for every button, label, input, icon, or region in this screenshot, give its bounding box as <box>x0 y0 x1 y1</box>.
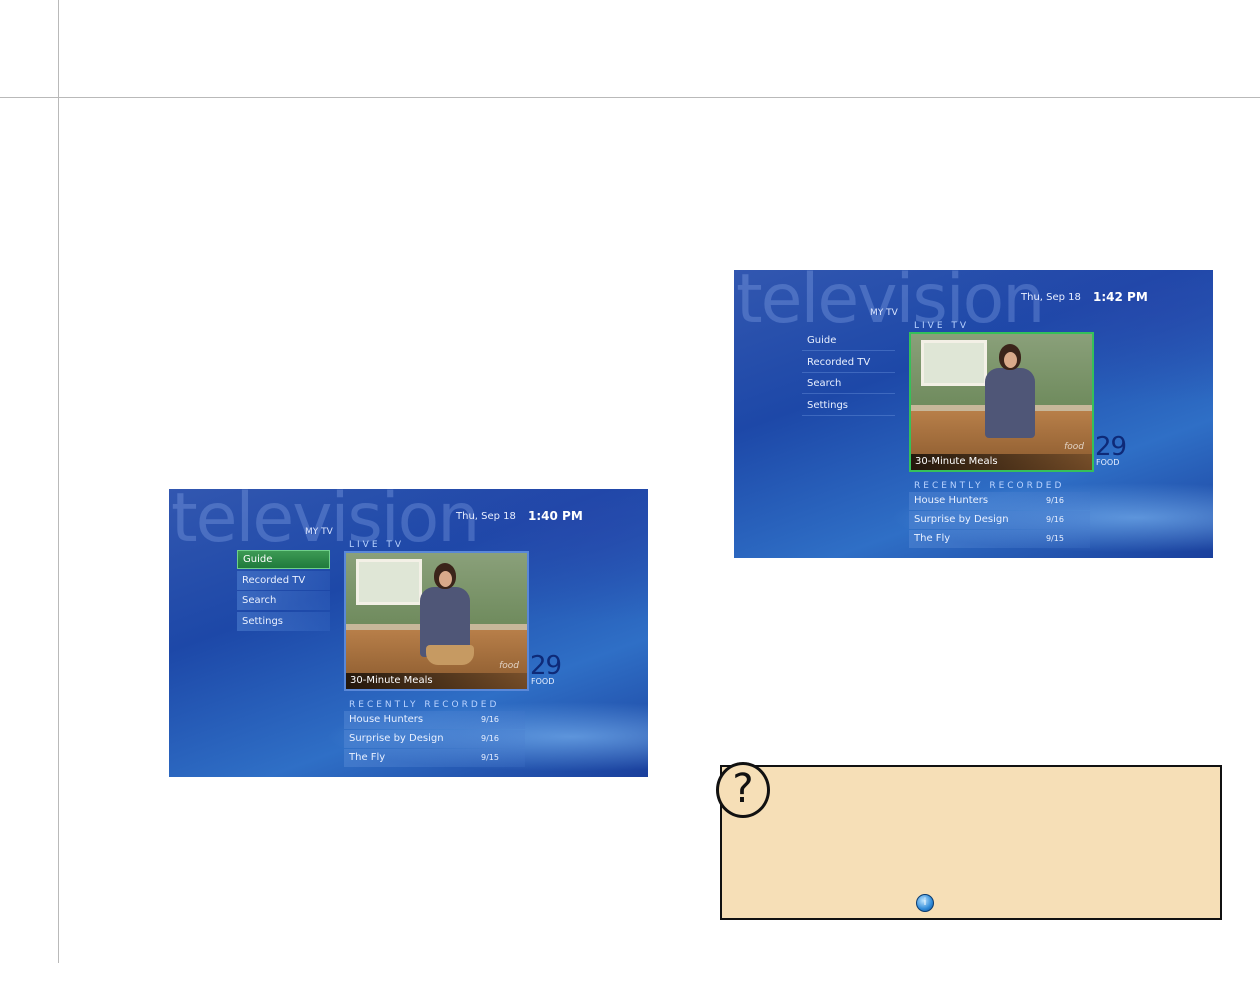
page-margin-line <box>58 0 59 963</box>
recording-title: Surprise by Design <box>914 514 1009 525</box>
section-title: MY TV <box>870 308 898 318</box>
tip-box <box>720 765 1222 920</box>
info-icon: i <box>916 894 934 912</box>
recording-title: House Hunters <box>914 495 989 506</box>
recently-recorded-list: House Hunters 9/16 Surprise by Design 9/… <box>909 492 1090 549</box>
date-label: Thu, Sep 18 <box>456 511 516 522</box>
watermark: television <box>171 489 480 558</box>
live-tv-preview[interactable]: food 30-Minute Meals <box>909 332 1094 472</box>
media-center-screen-2: television Thu, Sep 18 1:42 PM MY TV Gui… <box>734 270 1213 558</box>
main-menu: Guide Recorded TV Search Settings <box>802 331 895 417</box>
menu-item-recorded-tv[interactable]: Recorded TV <box>802 353 895 373</box>
live-tv-label: LIVE TV <box>914 321 970 331</box>
list-item[interactable]: House Hunters 9/16 <box>344 711 525 729</box>
menu-item-guide[interactable]: Guide <box>237 550 330 569</box>
recording-date: 9/16 <box>481 734 499 743</box>
menu-item-search[interactable]: Search <box>237 591 330 610</box>
channel-logo: food <box>1064 442 1084 452</box>
recording-date: 9/15 <box>1046 534 1064 543</box>
recording-title: Surprise by Design <box>349 733 444 744</box>
live-tv-preview[interactable]: food 30-Minute Meals <box>344 551 529 691</box>
recording-title: The Fly <box>349 752 386 763</box>
list-item[interactable]: The Fly 9/15 <box>909 530 1090 548</box>
recording-date: 9/16 <box>1046 515 1064 524</box>
question-icon: ? <box>716 762 770 818</box>
recording-date: 9/16 <box>1046 496 1064 505</box>
recording-title: The Fly <box>914 533 951 544</box>
main-menu: Guide Recorded TV Search Settings <box>237 550 330 632</box>
time-label: 1:42 PM <box>1093 290 1148 304</box>
menu-item-recorded-tv[interactable]: Recorded TV <box>237 570 330 590</box>
recording-date: 9/15 <box>481 753 499 762</box>
menu-item-settings[interactable]: Settings <box>237 611 330 631</box>
list-item[interactable]: House Hunters 9/16 <box>909 492 1090 510</box>
live-tv-label: LIVE TV <box>349 540 405 550</box>
recently-recorded-label: RECENTLY RECORDED <box>914 481 1065 491</box>
date-label: Thu, Sep 18 <box>1021 292 1081 303</box>
time-label: 1:40 PM <box>528 509 583 523</box>
channel-logo: food <box>499 661 519 671</box>
menu-item-settings[interactable]: Settings <box>802 396 895 416</box>
media-center-screen-1: television Thu, Sep 18 1:40 PM MY TV Gui… <box>169 489 648 777</box>
recently-recorded-label: RECENTLY RECORDED <box>349 700 500 710</box>
menu-item-guide[interactable]: Guide <box>802 331 895 351</box>
now-playing-title: 30-Minute Meals <box>911 454 1092 470</box>
now-playing-title: 30-Minute Meals <box>346 673 527 689</box>
channel-name: FOOD <box>531 677 555 686</box>
recently-recorded-list: House Hunters 9/16 Surprise by Design 9/… <box>344 711 525 768</box>
watermark: television <box>736 270 1045 339</box>
list-item[interactable]: Surprise by Design 9/16 <box>344 730 525 748</box>
list-item[interactable]: Surprise by Design 9/16 <box>909 511 1090 529</box>
channel-name: FOOD <box>1096 458 1120 467</box>
recording-title: House Hunters <box>349 714 424 725</box>
menu-item-search[interactable]: Search <box>802 374 895 394</box>
list-item[interactable]: The Fly 9/15 <box>344 749 525 767</box>
section-title: MY TV <box>305 527 333 537</box>
recording-date: 9/16 <box>481 715 499 724</box>
page-header-rule <box>0 97 1260 98</box>
